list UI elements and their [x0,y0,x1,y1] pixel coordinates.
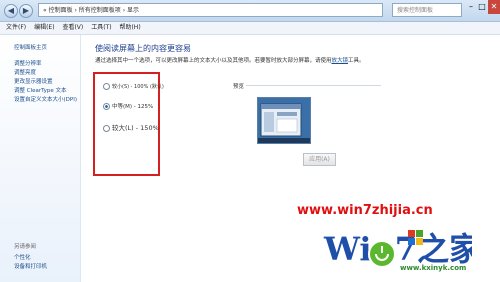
see-also-heading: 另请参阅 [14,244,37,250]
description-text: 通过选择其中一个选项，可以更改屏幕上的文本大小以及其他项。若要暂时放大部分屏幕，… [95,58,332,64]
sidebar: 控制面板主页 调整分辨率 调整亮度 更改显示器设置 调整 ClearType 文… [0,35,81,282]
close-icon[interactable]: ✕ [488,0,500,14]
forward-arrow-icon[interactable]: ▶ [19,4,33,18]
apply-button[interactable]: 应用(A) [303,153,336,166]
sidebar-item-resolution[interactable]: 调整分辨率 [14,59,42,67]
option-small-label: 较小(S) - 100% (默认) [112,84,164,90]
sidebar-item-cleartype[interactable]: 调整 ClearType 文本 [14,86,67,94]
radio-large[interactable] [103,124,110,132]
sidebar-home-link[interactable]: 控制面板主页 [14,43,47,51]
description-end: 工具。 [348,58,365,64]
page-description: 通过选择其中一个选项，可以更改屏幕上的文本大小以及其他项。若要暂时放大部分屏幕，… [95,57,425,65]
minimize-icon[interactable]: – [466,0,476,14]
menu-edit[interactable]: 编辑(E) [34,24,54,31]
menu-bar: 文件(F) 编辑(E) 查看(V) 工具(T) 帮助(H) [0,22,500,35]
address-bar[interactable]: « 控制面板 › 所有控制面板项 › 显示 [38,3,383,17]
watermark-domain: www.kxinyk.com [400,264,467,272]
radio-small[interactable] [103,83,110,90]
logo-badge-icon [368,240,396,268]
preview-image [257,97,311,144]
watermark-url: www.win7zhijia.cn [297,203,433,218]
sidebar-item-display-settings[interactable]: 更改显示器设置 [14,77,53,85]
option-large-label: 较大(L) - 150% [112,124,159,132]
option-large[interactable]: 较大(L) - 150% [103,122,159,132]
menu-view[interactable]: 查看(V) [62,24,83,31]
maximize-icon[interactable]: □ [477,0,487,14]
page-title: 使阅读屏幕上的内容更容易 [95,44,191,53]
option-medium-label: 中等(M) - 125% [112,104,154,110]
title-bar: ◀ ▶ « 控制面板 › 所有控制面板项 › 显示 搜索控制面板 – □ ✕ [0,0,500,22]
sidebar-item-personalize[interactable]: 个性化 [14,253,31,261]
option-medium[interactable]: 中等(M) - 125% [103,102,153,110]
option-small[interactable]: 较小(S) - 100% (默认) [103,83,164,90]
sidebar-item-devices[interactable]: 设备和打印机 [14,262,47,270]
sidebar-item-dpi[interactable]: 设置自定义文本大小(DPI) [14,95,77,103]
sidebar-item-brightness[interactable]: 调整亮度 [14,68,36,76]
magnifier-link[interactable]: 放大镜 [332,58,349,64]
search-input[interactable]: 搜索控制面板 [392,3,462,17]
menu-file[interactable]: 文件(F) [6,24,26,31]
menu-help[interactable]: 帮助(H) [119,24,140,31]
preview-label: 预览 [233,84,245,90]
watermark-logo-text: Win7之家 [323,230,472,268]
radio-medium[interactable] [103,103,110,110]
preview-divider [246,85,381,86]
back-arrow-icon[interactable]: ◀ [4,4,18,18]
menu-tools[interactable]: 工具(T) [91,24,111,31]
